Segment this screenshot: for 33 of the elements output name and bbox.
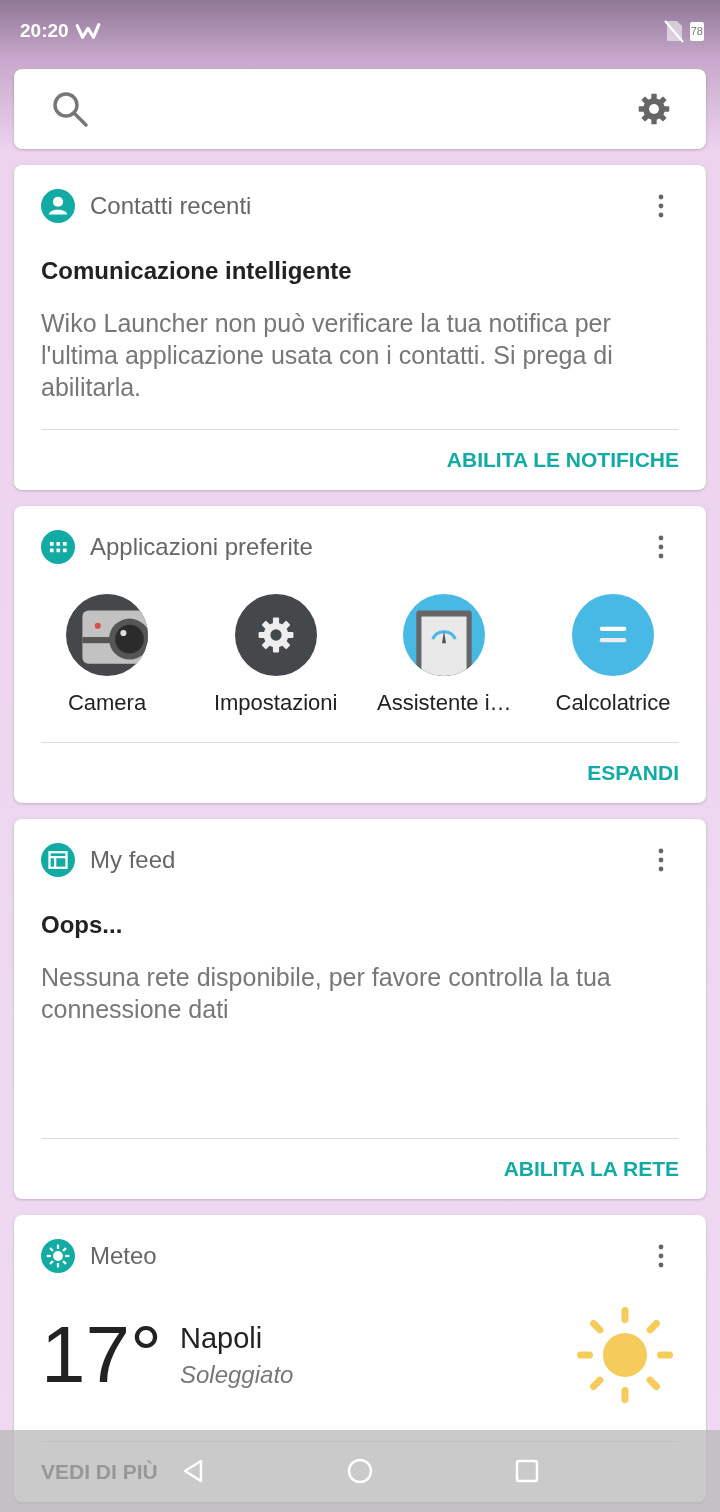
w-logo-icon — [74, 22, 101, 40]
apps-grid-icon — [41, 530, 75, 564]
more-options-icon[interactable] — [658, 194, 664, 218]
app-label[interactable]: Calcolatrice — [555, 690, 671, 716]
city-name: Napoli — [180, 1321, 264, 1355]
more-options-icon[interactable] — [658, 1244, 664, 1268]
contact-icon — [41, 189, 75, 223]
sun-icon — [41, 1239, 75, 1273]
card-message: Nessuna rete disponibile, per favore controlla la tua connessione dati — [41, 962, 612, 1025]
sun-icon — [575, 1305, 675, 1405]
card-title: Contatti recenti — [90, 192, 253, 220]
battery-level: 78 — [689, 21, 704, 41]
app-label[interactable]: Camera — [67, 690, 147, 716]
search-icon[interactable] — [50, 89, 90, 129]
feed-icon — [41, 843, 75, 877]
card-title: Applicazioni preferite — [90, 533, 314, 561]
no-sim-icon — [663, 19, 684, 43]
settings-app-icon[interactable] — [234, 594, 317, 676]
more-options-icon[interactable] — [658, 535, 664, 559]
card-title: Meteo — [90, 1242, 158, 1270]
card-message: Wiko Launcher non può verificare la tua notifica per l'ultima applicazione usata con i contatti. Si prega di abilitarla. — [41, 308, 614, 403]
gauge-icon[interactable] — [403, 594, 486, 676]
card-heading: Oops... — [41, 911, 124, 939]
weather-condition: Soleggiato — [180, 1360, 295, 1389]
camera-icon[interactable] — [66, 594, 148, 676]
card-heading: Comunicazione intelligente — [41, 257, 353, 285]
more-options-icon[interactable] — [658, 848, 664, 872]
temperature: 17° — [41, 1309, 162, 1401]
clock-time: 20:20 — [20, 20, 69, 42]
app-label[interactable]: Assistente i… — [377, 690, 512, 716]
card-title: My feed — [90, 846, 177, 874]
app-label[interactable]: Impostazioni — [213, 690, 338, 716]
settings-icon[interactable] — [636, 91, 672, 127]
